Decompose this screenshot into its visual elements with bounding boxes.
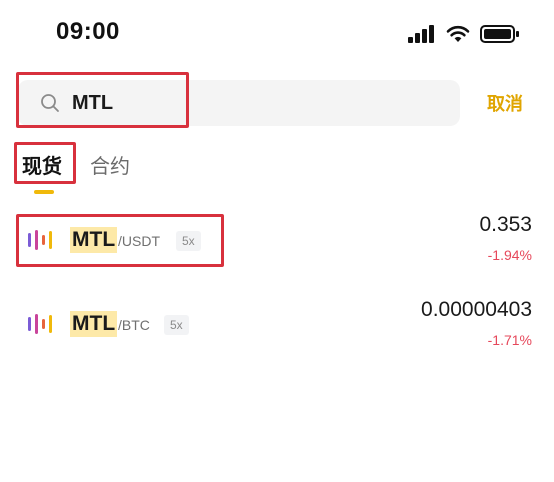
pair-quote: /USDT — [118, 233, 160, 249]
signal-icon — [408, 25, 434, 43]
metal-logo-icon — [28, 314, 52, 334]
pair-change: -1.71% — [487, 332, 532, 348]
leverage-badge: 5x — [176, 231, 201, 251]
battery-icon — [480, 25, 519, 43]
tab-spot[interactable]: 现货 — [22, 150, 62, 179]
result-row-mtl-btc[interactable]: MTL /BTC 5x 0.00000403 -1.71% — [0, 292, 554, 362]
result-row-mtl-usdt[interactable]: MTL /USDT 5x 0.353 -1.94% — [0, 205, 554, 275]
pair-base: MTL — [70, 227, 118, 253]
status-icons — [408, 24, 520, 44]
pair-price: 0.353 — [479, 213, 532, 236]
status-clock: 09:00 — [56, 18, 120, 45]
pair-quote: /BTC — [118, 317, 150, 333]
tab-active-indicator — [34, 190, 54, 194]
metal-logo-icon — [28, 230, 52, 250]
search-box[interactable] — [18, 80, 460, 126]
leverage-badge: 5x — [164, 315, 189, 335]
search-input[interactable] — [72, 88, 432, 118]
pair-change: -1.94% — [487, 247, 532, 263]
search-icon — [41, 94, 59, 112]
search-screen: 09:00 取消 — [0, 0, 554, 482]
status-bar: 09:00 — [0, 0, 554, 64]
pair-price: 0.00000403 — [421, 298, 532, 321]
wifi-icon — [446, 25, 470, 42]
tab-contract[interactable]: 合约 — [90, 150, 130, 179]
cancel-button[interactable]: 取消 — [487, 90, 523, 116]
pair-base: MTL — [70, 311, 118, 337]
